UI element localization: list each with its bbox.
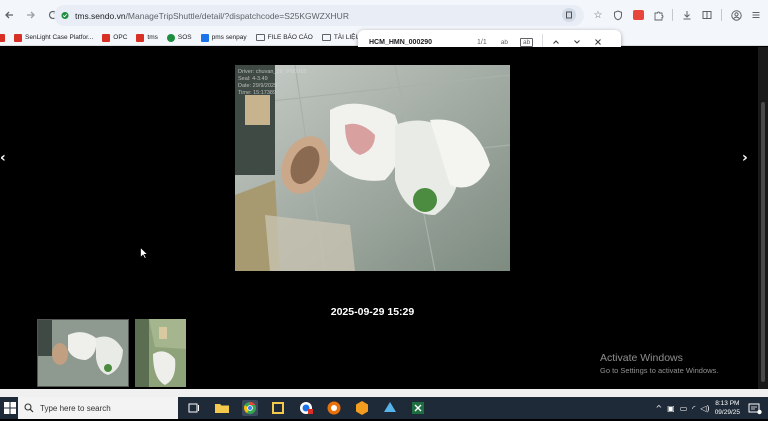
bookmark-app[interactable] xyxy=(0,33,8,42)
bookmark-tms[interactable]: tms xyxy=(136,33,158,42)
pms-icon xyxy=(200,33,209,42)
match-case-toggle[interactable]: ab xyxy=(501,39,508,46)
sublime-icon[interactable] xyxy=(354,400,370,416)
bookmark-opc[interactable]: OPC xyxy=(102,33,128,42)
image-viewer: ‹ Driver: chuvan_38_IP80918 Seal: 4-3.49… xyxy=(0,47,768,389)
folder-icon xyxy=(255,34,265,41)
bookmark-sos[interactable]: SOS xyxy=(166,33,192,42)
task-view-icon[interactable] xyxy=(186,400,202,416)
activate-windows-watermark: Activate Windows Go to Settings to activ… xyxy=(600,352,718,375)
find-input[interactable]: HCM_HMN_000290 xyxy=(369,39,469,46)
sendo-icon xyxy=(102,33,111,42)
profile-avatar-icon[interactable] xyxy=(726,5,746,25)
clock-date: 09/29/25 xyxy=(714,409,740,416)
sos-icon xyxy=(166,33,175,42)
download-icon[interactable] xyxy=(677,5,697,25)
chrome-icon[interactable] xyxy=(242,400,258,416)
url-text: tms.sendo.vn/ManageTripShuttle/detail/?d… xyxy=(75,11,349,21)
search-icon xyxy=(24,403,34,413)
browser-window: tms.sendo.vn/ManageTripShuttle/detail/?d… xyxy=(0,0,768,419)
bookmark-label: SOS xyxy=(177,34,192,41)
thumbnail-image xyxy=(38,320,128,386)
shield-icon[interactable] xyxy=(608,5,628,25)
arrow-left-icon xyxy=(5,11,13,19)
volume-icon[interactable]: ◁) xyxy=(700,404,709,413)
windows-logo-icon xyxy=(4,402,16,414)
watermark-subtitle: Go to Settings to activate Windows. xyxy=(600,366,719,375)
main-photo: Driver: chuvan_38_IP80918 Seal: 4-3.49 D… xyxy=(235,65,510,271)
toolbar-right: ☆ xyxy=(588,5,768,25)
overlay-line: Date: 29/9/2025 xyxy=(238,83,278,89)
vertical-scrollbar[interactable] xyxy=(758,47,768,389)
overlay-line: Driver: chuvan_38_IP80918 xyxy=(238,69,307,75)
app-shield-icon[interactable] xyxy=(298,400,314,416)
taskbar-search[interactable]: Type here to search xyxy=(18,397,178,419)
chevron-up-icon[interactable]: ^ xyxy=(655,404,662,413)
next-image-button[interactable]: › xyxy=(742,150,748,166)
taskbar-clock[interactable]: 8:13 PM 09/29/25 xyxy=(715,399,740,417)
clock-time: 8:13 PM xyxy=(715,400,740,407)
sendo-icon xyxy=(136,33,145,42)
bookmark-tai-lieu[interactable]: TÀI LIỆU xyxy=(321,34,361,41)
bookmark-label: pms senpay xyxy=(211,34,247,41)
bookmark-star-icon[interactable]: ☆ xyxy=(588,5,608,25)
chevron-up-icon xyxy=(553,40,560,44)
file-explorer-icon[interactable] xyxy=(214,400,230,416)
back-button[interactable] xyxy=(0,6,18,24)
notification-icon[interactable] xyxy=(748,402,762,415)
browser-toolbar: tms.sendo.vn/ManageTripShuttle/detail/?d… xyxy=(0,0,768,30)
chevron-down-icon xyxy=(574,40,581,44)
url-host: tms.sendo.vn xyxy=(75,10,126,21)
sidebar-icon[interactable] xyxy=(697,5,717,25)
bookmark-file-bao-cao[interactable]: FILE BÁO CÁO xyxy=(255,34,313,41)
photo-overlay-text: Driver: chuvan_38_IP80918 Seal: 4-3.49 D… xyxy=(238,69,306,97)
bookmark-label: FILE BÁO CÁO xyxy=(267,34,313,41)
bookmark-pms-senpay[interactable]: pms senpay xyxy=(200,33,247,42)
page-bottom-strip xyxy=(0,389,768,397)
menu-icon[interactable] xyxy=(746,5,766,25)
bookmark-label: tms xyxy=(147,34,158,41)
folder-icon xyxy=(321,34,331,41)
page-action-icon[interactable] xyxy=(562,8,576,22)
forward-button[interactable] xyxy=(22,6,40,24)
thumbnail-2[interactable] xyxy=(135,319,186,387)
arrow-right-icon xyxy=(27,11,35,19)
app-orange-icon[interactable] xyxy=(326,400,342,416)
find-match-count: 1/1 xyxy=(477,38,487,46)
keyboard-icon[interactable]: ▭ xyxy=(680,404,688,413)
extensions-puzzle-icon[interactable] xyxy=(648,5,668,25)
photo-timestamp: 2025-09-29 15:29 xyxy=(330,306,415,318)
app-icon xyxy=(0,33,5,42)
previous-image-button[interactable]: ‹ xyxy=(0,150,6,166)
thumbnail-1[interactable] xyxy=(37,319,129,387)
mouse-cursor-icon xyxy=(140,246,149,264)
url-path: /ManageTripShuttle/detail/?dispatchcode=… xyxy=(125,10,349,21)
close-icon xyxy=(595,39,602,45)
excel-icon[interactable] xyxy=(410,400,426,416)
thumbnail-image xyxy=(135,319,186,387)
toolbar-divider xyxy=(672,9,673,21)
start-button[interactable] xyxy=(2,400,18,416)
system-tray: ^ ▣ ▭ ◜ ◁) 8:13 PM 09/29/25 xyxy=(655,397,768,419)
site-info-icon[interactable] xyxy=(61,11,69,21)
watermark-title: Activate Windows xyxy=(600,352,683,364)
bookmark-label: OPC xyxy=(113,34,128,41)
extension-red-icon[interactable] xyxy=(628,5,648,25)
whole-word-toggle[interactable]: ab xyxy=(519,37,534,47)
bookmark-senlight[interactable]: SenLight Case Platfor... xyxy=(14,33,94,42)
overlay-line: Seal: 4-3.49 xyxy=(238,76,268,82)
overlay-line: Time: 15:17389 xyxy=(238,90,277,96)
windows-taskbar: Type here to search ^ ▣ ▭ ◜ ◁) 8:13 PM 0… xyxy=(0,397,768,419)
camera-icon[interactable]: ▣ xyxy=(667,404,675,413)
toolbar-divider xyxy=(721,9,722,21)
app-blue-icon[interactable] xyxy=(382,400,398,416)
scrollbar-thumb[interactable] xyxy=(761,102,765,382)
wifi-icon[interactable]: ◜ xyxy=(692,404,695,413)
bookmark-label: SenLight Case Platfor... xyxy=(25,34,94,41)
sendo-icon xyxy=(14,33,22,42)
address-bar[interactable]: tms.sendo.vn/ManageTripShuttle/detail/?d… xyxy=(54,5,584,26)
search-placeholder: Type here to search xyxy=(40,403,111,413)
sticky-notes-icon[interactable] xyxy=(270,400,286,416)
bookmark-label: TÀI LIỆU xyxy=(333,34,361,41)
